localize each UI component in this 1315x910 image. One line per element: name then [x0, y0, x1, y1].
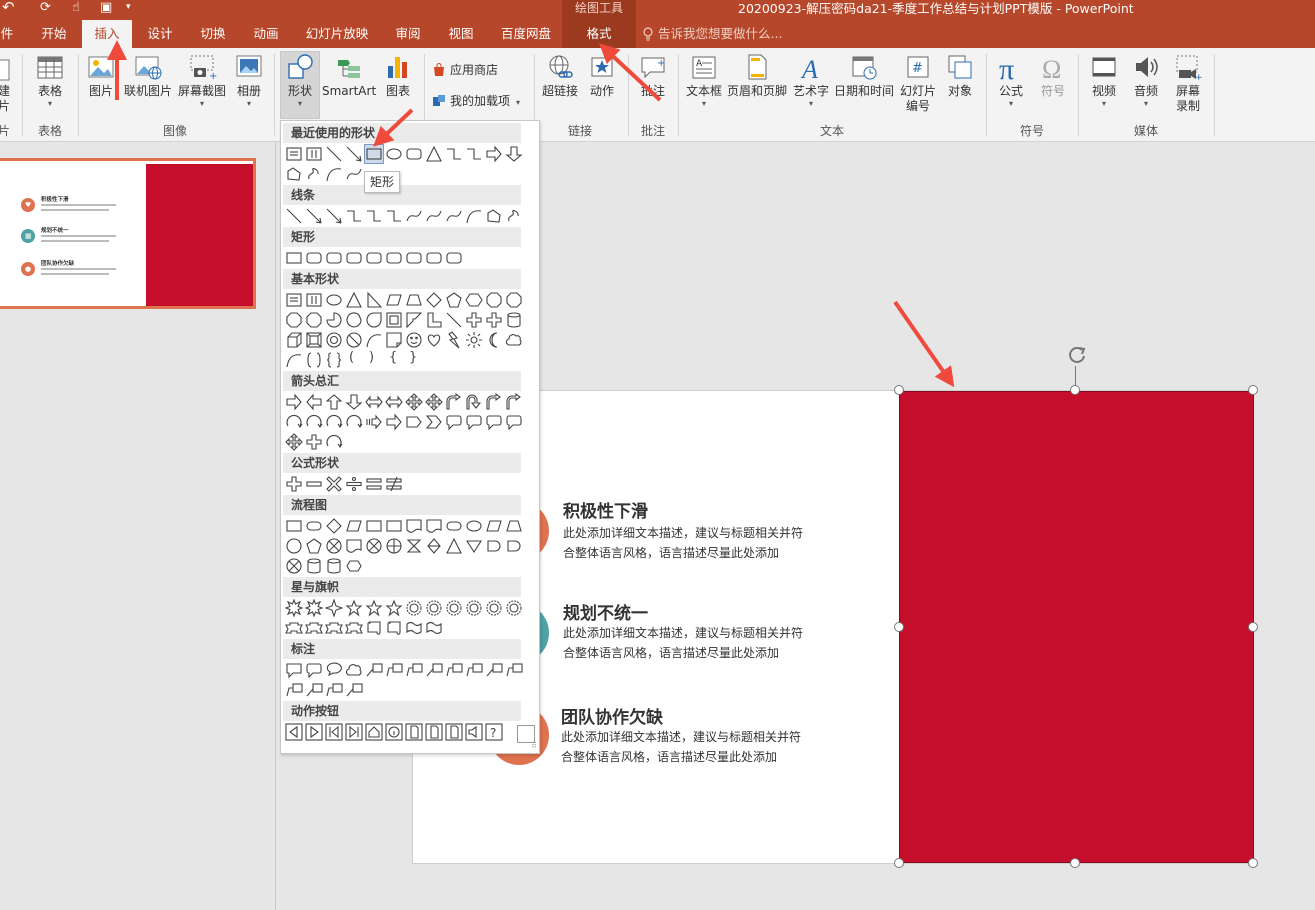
arrow-to-red-rectangle — [893, 300, 955, 388]
arrow-to-rectangle-shape — [373, 108, 414, 147]
annotation-arrows — [107, 40, 955, 388]
powerpoint-window: 绘图工具 ↶ ⟳ ☝ ▣ ▾ 20200923-解压密码da21-季度工作总结与… — [0, 0, 1315, 910]
arrow-to-format-tab — [599, 43, 662, 102]
